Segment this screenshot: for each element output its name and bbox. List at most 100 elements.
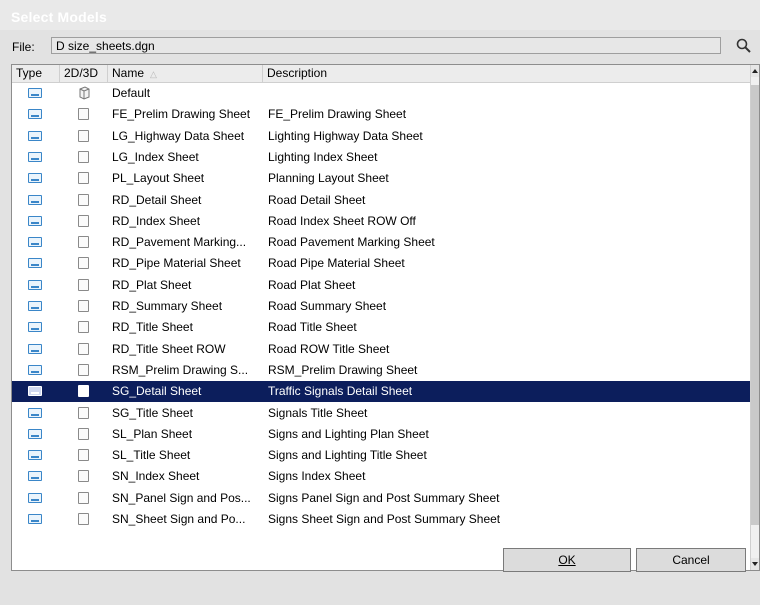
title-bar: Select Models: [0, 0, 760, 30]
window-title: Select Models: [11, 9, 107, 25]
model-description: Road Title Sheet: [268, 320, 357, 334]
model-name: SL_Title Sheet: [112, 448, 191, 462]
model-sheet-icon: [28, 152, 42, 162]
models-list[interactable]: Type 2D/3D Name △ Description Default FE_P…: [11, 64, 760, 571]
table-row[interactable]: SG_Title Sheet Signals Title Sheet: [12, 403, 750, 424]
model-name: SG_Title Sheet: [112, 406, 193, 420]
column-header-name[interactable]: Name △: [108, 65, 263, 82]
table-row[interactable]: RD_Title Sheet Road Title Sheet: [12, 317, 750, 338]
dimension-cell: [75, 488, 95, 509]
dimension-cell: [75, 253, 95, 274]
vertical-scrollbar[interactable]: [750, 65, 759, 570]
search-icon: [736, 38, 751, 53]
table-row[interactable]: SL_Title Sheet Signs and Lighting Title S…: [12, 445, 750, 466]
cancel-button[interactable]: Cancel: [636, 548, 746, 572]
model-name: RD_Title Sheet: [112, 320, 193, 334]
dimension-cell: [75, 403, 95, 424]
table-row[interactable]: SL_Plan Sheet Signs and Lighting Plan She…: [12, 424, 750, 445]
dimension-cell: [75, 211, 95, 232]
model-description: Signs and Lighting Title Sheet: [268, 448, 427, 462]
table-row[interactable]: SN_Index Sheet Signs Index Sheet: [12, 466, 750, 487]
model-sheet-icon: [28, 216, 42, 226]
column-header-2d3d[interactable]: 2D/3D: [60, 65, 108, 82]
table-row[interactable]: RD_Pavement Marking... Road Pavement Mark…: [12, 232, 750, 253]
type-cell: [24, 424, 44, 445]
model-sheet-icon: [28, 88, 42, 98]
column-header-name-label: Name: [112, 66, 145, 80]
column-header-description[interactable]: Description: [263, 65, 750, 82]
model-name: SL_Plan Sheet: [112, 427, 193, 441]
table-row[interactable]: Default: [12, 83, 750, 104]
box-icon: [78, 470, 89, 482]
dimension-cell: [75, 147, 95, 168]
box-icon: [78, 449, 89, 461]
box-icon: [78, 364, 89, 376]
column-header-type[interactable]: Type: [12, 65, 60, 82]
table-row[interactable]: RD_Index Sheet Road Index Sheet ROW Off: [12, 211, 750, 232]
dimension-cell: [75, 126, 95, 147]
scroll-down-button[interactable]: [751, 558, 759, 570]
table-row[interactable]: RSM_Prelim Drawing S... RSM_Prelim Drawin…: [12, 360, 750, 381]
table-row[interactable]: PL_Layout Sheet Planning Layout Sheet: [12, 168, 750, 189]
table-row[interactable]: SG_Detail Sheet Traffic Signals Detail Sh…: [12, 381, 750, 402]
model-description: Lighting Index Sheet: [268, 150, 378, 164]
type-cell: [24, 317, 44, 338]
table-row[interactable]: SN_Sheet Sign and Po... Signs Sheet Sign …: [12, 509, 750, 530]
model-name: SG_Detail Sheet: [112, 384, 202, 398]
table-row[interactable]: RD_Summary Sheet Road Summary Sheet: [12, 296, 750, 317]
model-name: LG_Index Sheet: [112, 150, 199, 164]
type-cell: [24, 104, 44, 125]
file-row: File: D size_sheets.dgn: [0, 36, 760, 58]
model-description: Road Summary Sheet: [268, 299, 387, 313]
type-cell: [24, 339, 44, 360]
dimension-cell: [75, 296, 95, 317]
search-button[interactable]: [735, 37, 753, 55]
model-name: RD_Summary Sheet: [112, 299, 223, 313]
table-row[interactable]: RD_Plat Sheet Road Plat Sheet: [12, 275, 750, 296]
model-name: LG_Highway Data Sheet: [112, 129, 245, 143]
dimension-cell: [75, 275, 95, 296]
model-name: SN_Index Sheet: [112, 469, 200, 483]
model-description: Signs Panel Sign and Post Summary Sheet: [268, 491, 500, 505]
dimension-cell: [75, 339, 95, 360]
model-name: Default: [112, 86, 151, 100]
table-row[interactable]: RD_Pipe Material Sheet Road Pipe Material…: [12, 253, 750, 274]
dimension-cell: [75, 381, 95, 402]
type-cell: [24, 168, 44, 189]
type-cell: [24, 275, 44, 296]
model-description: Road Index Sheet ROW Off: [268, 214, 416, 228]
table-row[interactable]: LG_Index Sheet Lighting Index Sheet: [12, 147, 750, 168]
dimension-cell: [75, 83, 95, 104]
type-cell: [24, 296, 44, 317]
table-row[interactable]: LG_Highway Data Sheet Lighting Highway Da…: [12, 126, 750, 147]
type-cell: [24, 126, 44, 147]
table-row[interactable]: FE_Prelim Drawing Sheet FE_Prelim Drawing…: [12, 104, 750, 125]
table-row[interactable]: RD_Detail Sheet Road Detail Sheet: [12, 190, 750, 211]
file-field[interactable]: D size_sheets.dgn: [51, 37, 721, 54]
select-models-dialog: File: D size_sheets.dgn Type 2D/3D Name △…: [0, 30, 760, 605]
table-row[interactable]: RD_Title Sheet ROW Road ROW Title Sheet: [12, 339, 750, 360]
dimension-cell: [75, 360, 95, 381]
model-description: Signals Title Sheet: [268, 406, 368, 420]
model-sheet-icon: [28, 173, 42, 183]
scroll-thumb[interactable]: [751, 85, 759, 525]
ok-button[interactable]: OK: [503, 548, 631, 572]
box-icon: [78, 343, 89, 355]
cancel-button-label: Cancel: [672, 553, 710, 567]
model-name: RD_Title Sheet ROW: [112, 342, 226, 356]
type-cell: [24, 360, 44, 381]
model-sheet-icon: [28, 131, 42, 141]
model-sheet-icon: [28, 280, 42, 290]
table-row[interactable]: SN_Panel Sign and Pos... Signs Panel Sign…: [12, 488, 750, 509]
box-icon: [78, 300, 89, 312]
column-header-2d3d-label: 2D/3D: [64, 66, 99, 80]
box-icon: [78, 236, 89, 248]
type-cell: [24, 232, 44, 253]
model-description: Lighting Highway Data Sheet: [268, 129, 423, 143]
box-icon: [78, 108, 89, 120]
model-sheet-icon: [28, 514, 42, 524]
model-sheet-icon: [28, 493, 42, 503]
model-name: SN_Panel Sign and Pos...: [112, 491, 251, 505]
box-icon: [78, 194, 89, 206]
scroll-up-button[interactable]: [751, 65, 759, 77]
